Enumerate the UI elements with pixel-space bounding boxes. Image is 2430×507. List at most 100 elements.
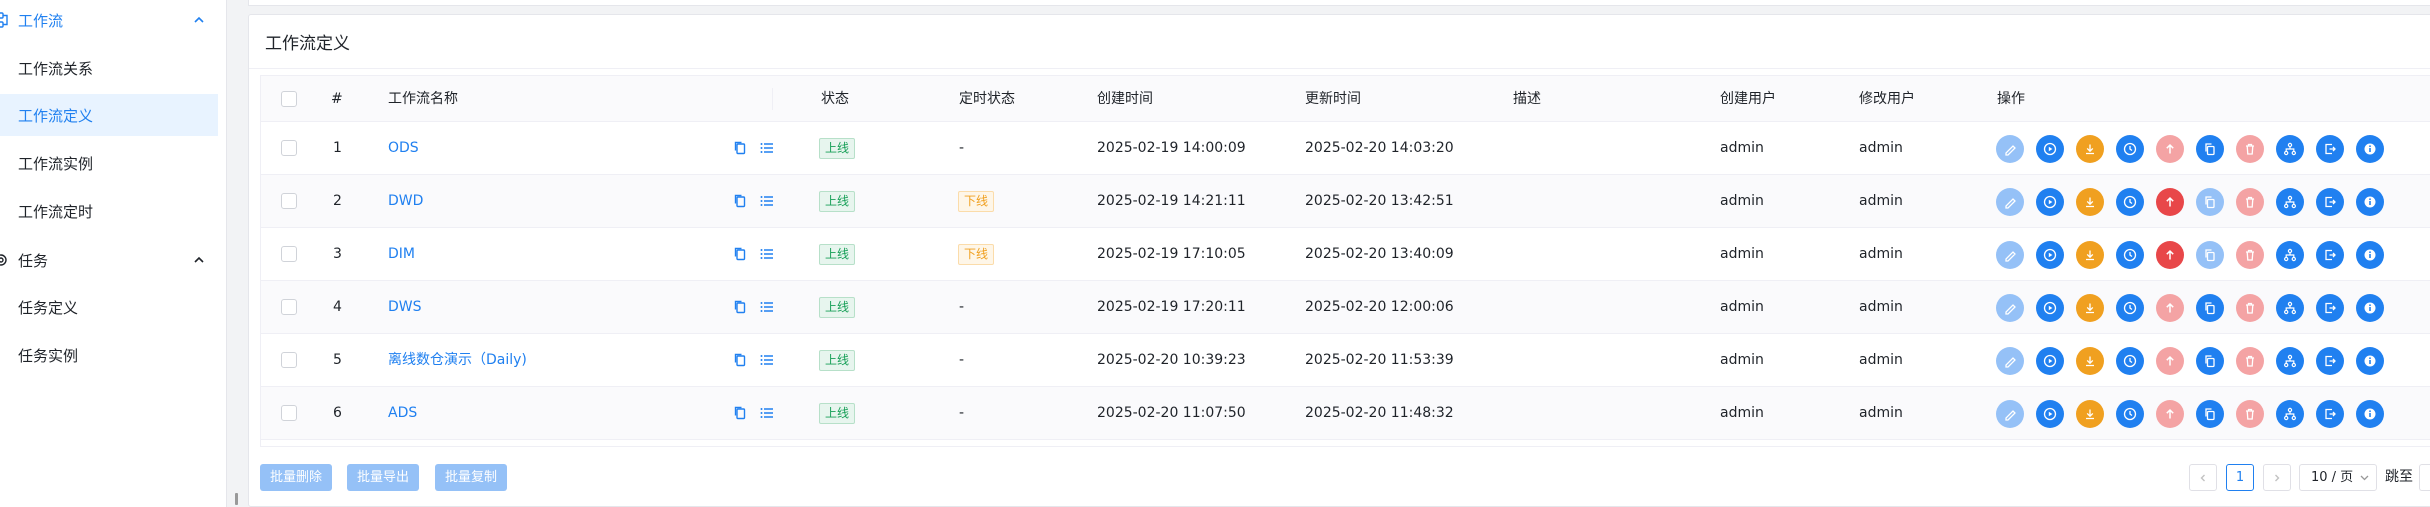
copy-name-icon[interactable] xyxy=(732,246,748,262)
publish-button[interactable] xyxy=(2156,294,2184,322)
next-page-button[interactable] xyxy=(2263,464,2291,491)
page-size-select[interactable]: 10 / 页 xyxy=(2299,464,2377,491)
list-icon[interactable] xyxy=(759,246,775,262)
tree-button[interactable] xyxy=(2276,241,2304,269)
export-button[interactable] xyxy=(2316,188,2344,216)
workflow-name-link[interactable]: DIM xyxy=(388,228,415,281)
edit-button[interactable] xyxy=(1996,400,2024,428)
prev-page-button[interactable] xyxy=(2189,464,2217,491)
row-checkbox[interactable] xyxy=(281,246,297,262)
edit-button[interactable] xyxy=(1996,347,2024,375)
sidebar-item-task-instance[interactable]: 任务实例 xyxy=(0,334,218,376)
list-icon[interactable] xyxy=(759,193,775,209)
timer-button[interactable] xyxy=(2116,347,2144,375)
row-checkbox[interactable] xyxy=(281,405,297,421)
download-button[interactable] xyxy=(2076,135,2104,163)
timer-button[interactable] xyxy=(2116,294,2144,322)
workflow-name-link[interactable]: ADS xyxy=(388,387,417,440)
export-button[interactable] xyxy=(2316,400,2344,428)
edit-button[interactable] xyxy=(1996,294,2024,322)
download-button[interactable] xyxy=(2076,241,2104,269)
sidebar-item-workflow-instance[interactable]: 工作流实例 xyxy=(0,142,218,184)
delete-button[interactable] xyxy=(2236,294,2264,322)
tree-button[interactable] xyxy=(2276,400,2304,428)
run-button[interactable] xyxy=(2036,400,2064,428)
copy-button[interactable] xyxy=(2196,294,2224,322)
delete-button[interactable] xyxy=(2236,241,2264,269)
select-all-checkbox[interactable] xyxy=(281,91,297,107)
publish-button[interactable] xyxy=(2156,188,2184,216)
edit-button[interactable] xyxy=(1996,135,2024,163)
batch-delete-button[interactable]: 批量删除 xyxy=(260,464,333,491)
download-button[interactable] xyxy=(2076,347,2104,375)
delete-button[interactable] xyxy=(2236,135,2264,163)
tree-button[interactable] xyxy=(2276,135,2304,163)
page-1-button[interactable]: 1 xyxy=(2226,464,2254,491)
info-button[interactable] xyxy=(2356,294,2384,322)
workflow-name-link[interactable]: DWS xyxy=(388,281,422,334)
jump-page-input[interactable] xyxy=(2419,464,2430,491)
copy-name-icon[interactable] xyxy=(732,140,748,156)
row-checkbox[interactable] xyxy=(281,352,297,368)
info-button[interactable] xyxy=(2356,135,2384,163)
list-icon[interactable] xyxy=(759,352,775,368)
timer-button[interactable] xyxy=(2116,241,2144,269)
row-checkbox[interactable] xyxy=(281,140,297,156)
edit-button[interactable] xyxy=(1996,241,2024,269)
delete-button[interactable] xyxy=(2236,400,2264,428)
sidebar-item-task-definition[interactable]: 任务定义 xyxy=(0,286,218,328)
row-checkbox[interactable] xyxy=(281,193,297,209)
list-icon[interactable] xyxy=(759,405,775,421)
export-button[interactable] xyxy=(2316,135,2344,163)
publish-button[interactable] xyxy=(2156,241,2184,269)
sidebar-item-workflow-definition[interactable]: 工作流定义 xyxy=(0,94,218,136)
delete-button[interactable] xyxy=(2236,188,2264,216)
publish-button[interactable] xyxy=(2156,400,2184,428)
info-button[interactable] xyxy=(2356,241,2384,269)
edit-button[interactable] xyxy=(1996,188,2024,216)
export-button[interactable] xyxy=(2316,347,2344,375)
menu-group-task[interactable]: 任务 xyxy=(0,240,227,280)
workflow-name-link[interactable]: DWD xyxy=(388,175,423,228)
tree-button[interactable] xyxy=(2276,347,2304,375)
info-button[interactable] xyxy=(2356,188,2384,216)
timer-button[interactable] xyxy=(2116,135,2144,163)
tree-button[interactable] xyxy=(2276,188,2304,216)
delete-button[interactable] xyxy=(2236,347,2264,375)
workflow-name-link[interactable]: ODS xyxy=(388,122,419,175)
run-button[interactable] xyxy=(2036,294,2064,322)
timer-button[interactable] xyxy=(2116,400,2144,428)
copy-button[interactable] xyxy=(2196,241,2224,269)
publish-button[interactable] xyxy=(2156,135,2184,163)
copy-name-icon[interactable] xyxy=(732,299,748,315)
export-button[interactable] xyxy=(2316,294,2344,322)
copy-name-icon[interactable] xyxy=(732,405,748,421)
row-checkbox[interactable] xyxy=(281,299,297,315)
run-button[interactable] xyxy=(2036,347,2064,375)
run-button[interactable] xyxy=(2036,241,2064,269)
copy-name-icon[interactable] xyxy=(732,193,748,209)
batch-copy-button[interactable]: 批量复制 xyxy=(435,464,508,491)
copy-button[interactable] xyxy=(2196,400,2224,428)
sidebar-item-workflow-timing[interactable]: 工作流定时 xyxy=(0,190,218,232)
chevron-up-icon[interactable] xyxy=(191,252,207,268)
sidebar-resize-handle[interactable] xyxy=(235,493,238,505)
batch-export-button[interactable]: 批量导出 xyxy=(347,464,420,491)
run-button[interactable] xyxy=(2036,188,2064,216)
download-button[interactable] xyxy=(2076,400,2104,428)
timer-button[interactable] xyxy=(2116,188,2144,216)
copy-name-icon[interactable] xyxy=(732,352,748,368)
copy-button[interactable] xyxy=(2196,135,2224,163)
list-icon[interactable] xyxy=(759,299,775,315)
sidebar-item-workflow-relation[interactable]: 工作流关系 xyxy=(0,47,218,89)
tree-button[interactable] xyxy=(2276,294,2304,322)
workflow-name-link[interactable]: 离线数仓演示（Daily) xyxy=(388,334,527,387)
download-button[interactable] xyxy=(2076,294,2104,322)
list-icon[interactable] xyxy=(759,140,775,156)
copy-button[interactable] xyxy=(2196,347,2224,375)
copy-button[interactable] xyxy=(2196,188,2224,216)
export-button[interactable] xyxy=(2316,241,2344,269)
download-button[interactable] xyxy=(2076,188,2104,216)
info-button[interactable] xyxy=(2356,347,2384,375)
menu-group-workflow[interactable]: 工作流 xyxy=(0,0,227,40)
